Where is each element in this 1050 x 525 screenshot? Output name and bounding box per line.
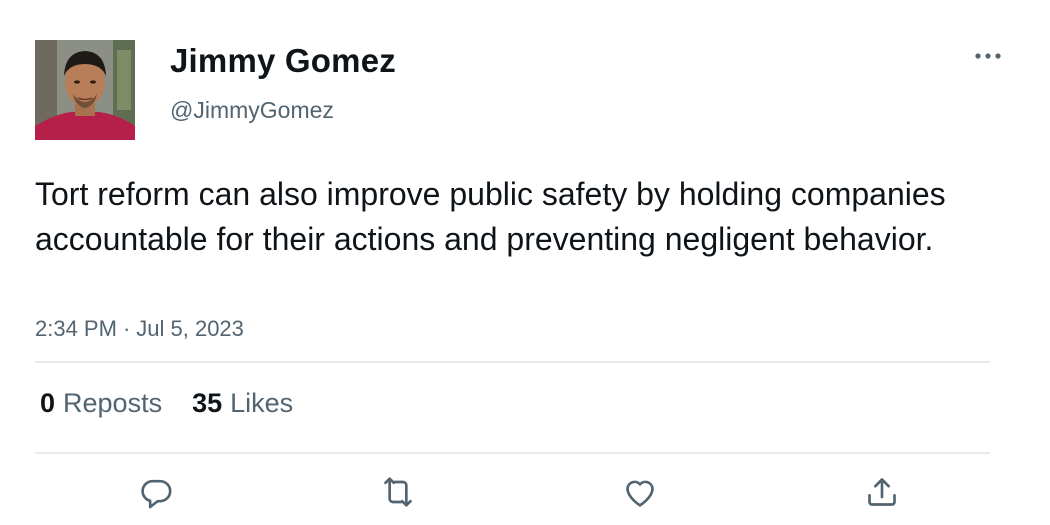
divider: [35, 452, 990, 454]
divider: [35, 361, 990, 363]
tweet-time[interactable]: 2:34 PM: [35, 316, 117, 341]
share-button[interactable]: [860, 470, 904, 514]
user-handle[interactable]: @JimmyGomez: [170, 97, 334, 124]
reply-icon: [141, 479, 172, 509]
like-button[interactable]: [618, 470, 662, 514]
tweet-meta: 2:34 PM · Jul 5, 2023: [35, 316, 244, 342]
reposts-stat[interactable]: 0 Reposts: [40, 388, 162, 419]
avatar[interactable]: [35, 40, 135, 140]
avatar-photo: [35, 40, 135, 140]
more-button[interactable]: [968, 44, 1008, 68]
reply-button[interactable]: [134, 470, 178, 514]
likes-label: Likes: [230, 388, 294, 418]
share-icon: [868, 478, 896, 506]
more-horizontal-icon: [975, 53, 1001, 59]
user-name[interactable]: Jimmy Gomez: [170, 42, 396, 80]
likes-count: 35: [192, 388, 223, 418]
action-bar: [0, 470, 1050, 520]
likes-stat[interactable]: 35 Likes: [192, 388, 293, 419]
meta-separator: ·: [122, 316, 131, 341]
reposts-label: Reposts: [63, 388, 163, 418]
tweet-text: Tort reform can also improve public safe…: [35, 176, 946, 257]
tweet-card: Jimmy Gomez @JimmyGomez Tort reform can …: [0, 0, 1050, 525]
repost-icon: [384, 477, 412, 507]
repost-button[interactable]: [376, 470, 420, 514]
reposts-count: 0: [40, 388, 56, 418]
engagement-stats: 0 Reposts 35 Likes: [40, 388, 293, 419]
heart-icon: [626, 480, 654, 507]
tweet-date[interactable]: Jul 5, 2023: [136, 316, 244, 341]
